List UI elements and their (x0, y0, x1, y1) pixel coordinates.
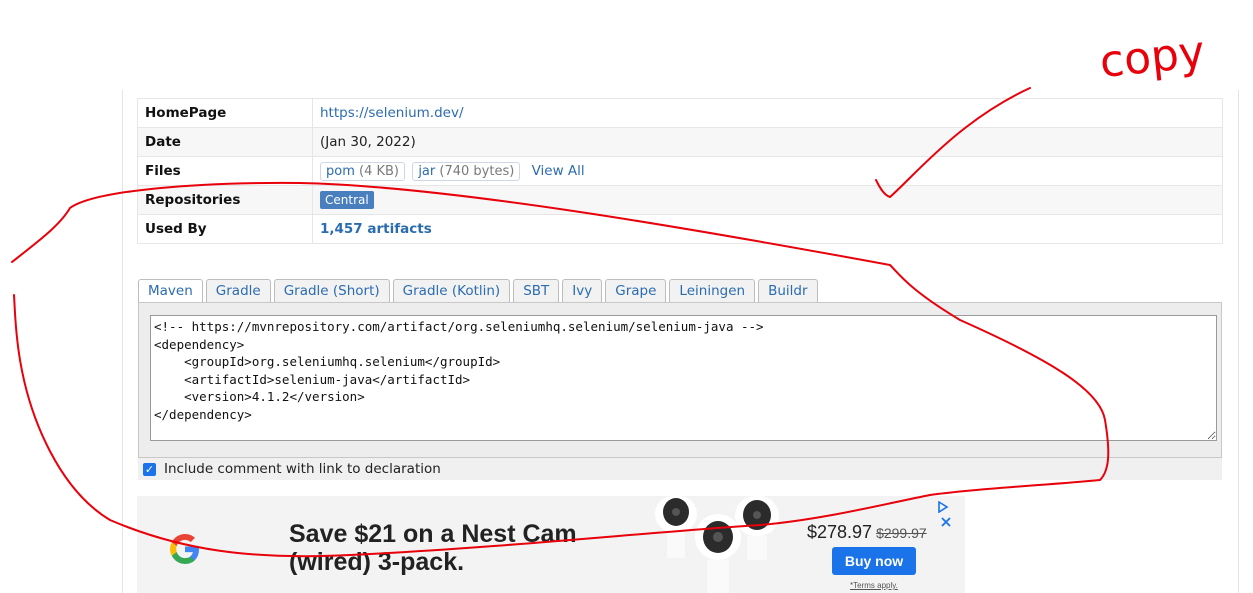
ad-controls (937, 498, 965, 528)
view-all-link[interactable]: View All (532, 163, 585, 179)
info-value: Central (312, 185, 1223, 215)
jar-file-button[interactable]: jar (740 bytes) (412, 161, 521, 181)
include-comment-label: Include comment with link to declaration (164, 461, 441, 477)
terms-link[interactable]: *Terms apply. (850, 581, 898, 590)
info-key: Files (137, 156, 313, 186)
info-row-used-by: Used By 1,457 artifacts (137, 214, 1223, 244)
homepage-link[interactable]: https://selenium.dev/ (320, 105, 464, 121)
advertisement-banner[interactable]: Save $21 on a Nest Cam (wired) 3-pack. $… (137, 496, 965, 593)
dependency-panel (138, 302, 1222, 458)
info-key: Repositories (137, 185, 313, 215)
file-size: (740 bytes) (439, 163, 515, 179)
current-price: $278.97 (807, 522, 873, 542)
ad-headline: Save $21 on a Nest Cam (wired) 3-pack. (289, 520, 577, 576)
page-border-left (122, 90, 123, 593)
tab-maven[interactable]: Maven (138, 279, 203, 304)
adchoices-icon[interactable] (937, 500, 949, 514)
include-comment-row: ✓ Include comment with link to declarati… (138, 458, 1222, 480)
tab-ivy[interactable]: Ivy (562, 279, 603, 302)
file-label: jar (418, 163, 436, 179)
info-value: https://selenium.dev/ (312, 98, 1223, 128)
info-key: Used By (137, 214, 313, 244)
ad-price: $278.97 $299.97 (807, 522, 927, 543)
info-row-date: Date (Jan 30, 2022) (137, 127, 1223, 157)
info-row-repositories: Repositories Central (137, 185, 1223, 215)
nest-cam-product-image (655, 496, 779, 593)
include-comment-checkbox[interactable]: ✓ (143, 462, 156, 476)
file-label: pom (326, 163, 355, 179)
central-repo-badge[interactable]: Central (320, 191, 374, 209)
info-value: 1,457 artifacts (312, 214, 1223, 244)
used-by-link[interactable]: 1,457 artifacts (320, 221, 432, 237)
dependency-code-textarea[interactable] (150, 315, 1217, 441)
info-key: Date (137, 127, 313, 157)
page-border-right (1238, 90, 1239, 593)
close-icon[interactable] (940, 516, 952, 528)
tab-sbt[interactable]: SBT (513, 279, 560, 302)
tab-buildr[interactable]: Buildr (758, 279, 818, 302)
annotation-copy-text: copy (1097, 26, 1207, 88)
date-value: (Jan 30, 2022) (312, 127, 1223, 157)
tab-gradle[interactable]: Gradle (205, 279, 271, 302)
tab-leiningen[interactable]: Leiningen (669, 279, 756, 302)
info-value: pom (4 KB) jar (740 bytes) View All (312, 156, 1223, 186)
tab-gradle-kotlin[interactable]: Gradle (Kotlin) (392, 279, 511, 302)
google-logo-icon (170, 534, 199, 564)
info-key: HomePage (137, 98, 313, 128)
buy-now-button[interactable]: Buy now (832, 547, 916, 575)
artifact-info-table: HomePage https://selenium.dev/ Date (Jan… (137, 98, 1223, 244)
info-row-files: Files pom (4 KB) jar (740 bytes) View Al… (137, 156, 1223, 186)
build-tool-tabs: Maven Gradle Gradle (Short) Gradle (Kotl… (138, 279, 821, 304)
tab-grape[interactable]: Grape (605, 279, 667, 302)
file-size: (4 KB) (359, 163, 400, 179)
tab-gradle-short[interactable]: Gradle (Short) (273, 279, 390, 302)
info-row-homepage: HomePage https://selenium.dev/ (137, 98, 1223, 128)
old-price: $299.97 (876, 525, 927, 541)
pom-file-button[interactable]: pom (4 KB) (320, 161, 406, 181)
